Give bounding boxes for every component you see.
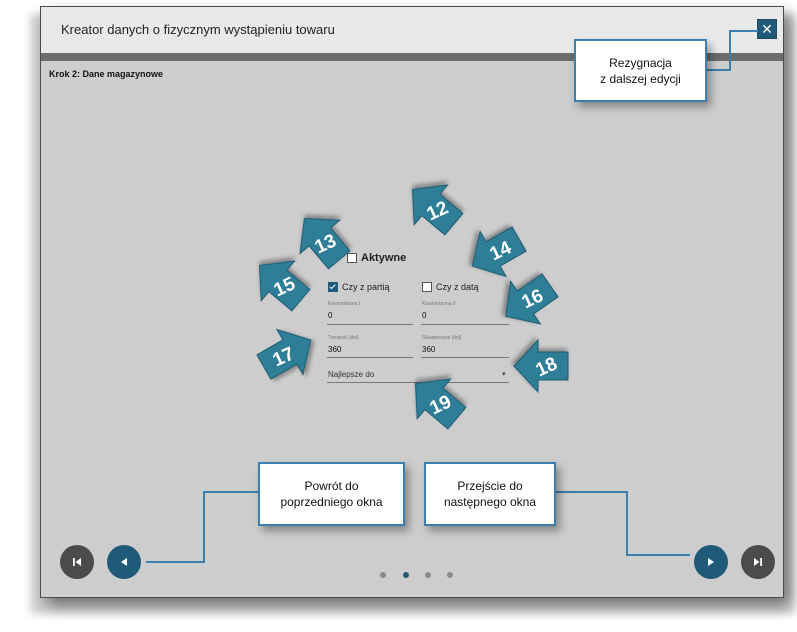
next-callout-line2: następnego okna [443, 495, 537, 509]
cancel-callout-line1: Rezygnacja [609, 55, 672, 70]
cancel-callout-line2: z dalszej edycji [600, 71, 681, 86]
back-callout-line2: poprzedniego okna [280, 495, 383, 509]
next-callout-line1: Przejście do [457, 479, 523, 493]
badge-17: 17 [256, 328, 312, 380]
cancel-connector [705, 30, 758, 71]
badge-13: 13 [299, 217, 351, 270]
badge-19: 19 [414, 378, 467, 430]
badge-12: 12 [411, 184, 464, 236]
next-connector [555, 491, 690, 556]
back-callout: Powrót do poprzedniego okna [258, 462, 405, 526]
badge-18: 18 [513, 338, 569, 394]
cancel-callout: Rezygnacja z dalszej edycji [574, 39, 707, 102]
next-callout: Przejście do następnego okna [424, 462, 556, 526]
badge-15: 15 [258, 260, 311, 312]
badge-14: 14 [471, 226, 527, 278]
back-callout-line1: Powrót do [304, 479, 359, 493]
back-connector [146, 491, 258, 563]
